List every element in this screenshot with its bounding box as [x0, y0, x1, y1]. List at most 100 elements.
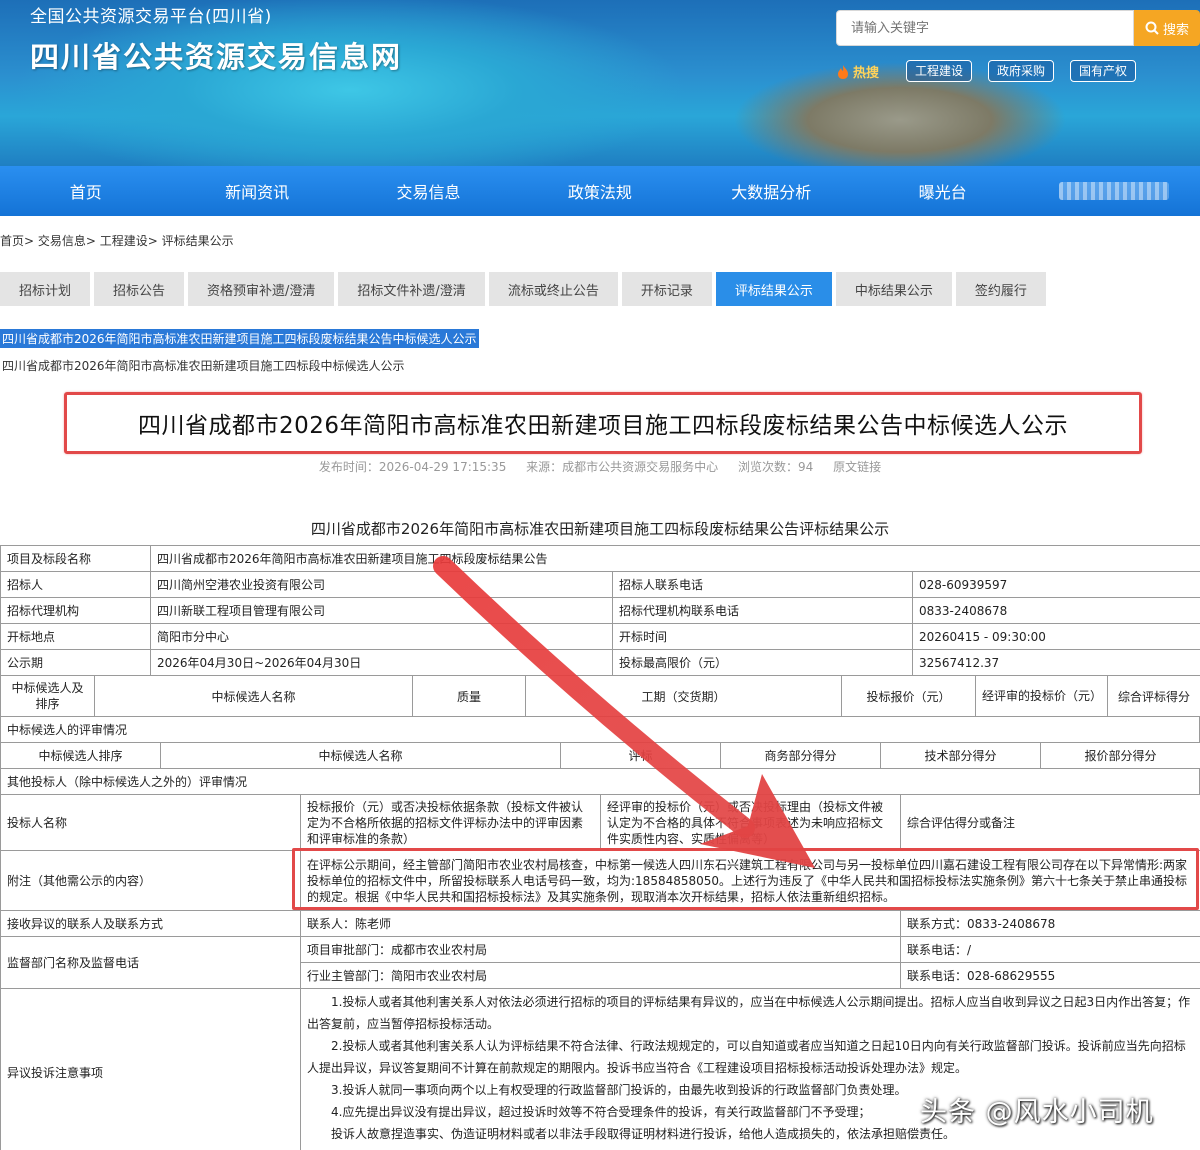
tenderer-label: 招标人 [0, 571, 151, 598]
column-header: 中标候选人名称 [160, 742, 561, 769]
complaint-item: 2.投标人或者其他利害关系人认为评标结果不符合法律、行政法规规定的，可以自知道或… [307, 1039, 1186, 1075]
column-header: 中标候选人及排序 [0, 675, 95, 717]
complaint-item: 1.投标人或者其他利害关系人对依法必须进行招标的项目的评标结果有异议的，应当在中… [307, 995, 1191, 1031]
tenderer-phone-value: 028-60939597 [912, 571, 1200, 598]
hot-tag-procurement[interactable]: 政府采购 [988, 60, 1055, 82]
table-row: 公示期 2026年04月30日~2026年04月30日 投标最高限价（元） 32… [0, 649, 1200, 676]
table-header-row: 中标候选人排序 中标候选人名称 评标 商务部分得分 技术部分得分 报价部分得分 [0, 742, 1200, 769]
main-title-annotation: 四川省成都市2026年简阳市高标准农田新建项目施工四标段废标结果公告中标候选人公… [64, 392, 1142, 454]
open-time-label: 开标时间 [612, 623, 913, 650]
column-header: 报价部分得分 [1040, 742, 1200, 769]
watermark: 头条 @风水小司机 [920, 1097, 1154, 1128]
other-section-table: 其他投标人（除中标候选人之外的）评审情况 [0, 768, 1200, 795]
complaint-label: 异议投诉注意事项 [0, 988, 301, 1150]
project-value: 四川省成都市2026年简阳市高标准农田新建项目施工四标段废标结果公告 [150, 545, 1200, 572]
open-place-label: 开标地点 [0, 623, 151, 650]
highlighted-link-title[interactable]: 四川省成都市2026年简阳市高标准农田新建项目施工四标段废标结果公告中标候选人公… [0, 329, 479, 348]
table-row: 招标代理机构 四川新联工程项目管理有限公司 招标代理机构联系电话 0833-24… [0, 597, 1200, 624]
site-subtitle: 全国公共资源交易平台(四川省) [30, 7, 272, 27]
nav-blurred-item[interactable] [1028, 166, 1199, 216]
column-header: 中标候选人名称 [94, 675, 413, 717]
hot-search-text: 热搜 [853, 66, 880, 81]
candidate-table: 中标候选人及排序 中标候选人名称 质量 工期（交货期） 投标报价（元） 经评审的… [0, 675, 1200, 717]
other-section-label: 其他投标人（除中标候选人之外的）评审情况 [0, 768, 1200, 795]
tab-evaluation-result[interactable]: 评标结果公示 [715, 272, 832, 306]
notes-text: 在评标公示期间，经主管部门简阳市农业农村局核查，中标第一候选人四川东石兴建筑工程… [300, 850, 1200, 911]
project-label: 项目及标段名称 [0, 545, 151, 572]
nav-policy[interactable]: 政策法规 [514, 166, 685, 216]
nav-exposure[interactable]: 曝光台 [857, 166, 1028, 216]
table-row: 监督部门名称及监督电话 项目审批部门：成都市农业农村局 联系电话：/ [0, 936, 1200, 989]
column-header: 技术部分得分 [880, 742, 1041, 769]
list-link-title[interactable]: 四川省成都市2026年简阳市高标准农田新建项目施工四标段中标候选人公示 [2, 357, 405, 374]
tab-tender-doc-clarify[interactable]: 招标文件补遗/澄清 [338, 272, 485, 306]
tab-award-result[interactable]: 中标结果公示 [835, 272, 952, 306]
nav-news[interactable]: 新闻资讯 [171, 166, 342, 216]
fire-icon [838, 64, 848, 79]
column-header: 经评审的投标价（元） [975, 675, 1108, 717]
tab-failed-tender[interactable]: 流标或终止公告 [488, 272, 618, 306]
tab-tender-notice[interactable]: 招标公告 [94, 272, 185, 306]
hot-tag-engineering[interactable]: 工程建设 [906, 60, 973, 82]
notes-label: 附注（其他需公示的内容） [0, 850, 301, 911]
blurred-label [1059, 182, 1170, 200]
column-header: 评标 [560, 742, 721, 769]
nav-trading-info[interactable]: 交易信息 [343, 166, 514, 216]
column-header: 商务部分得分 [720, 742, 881, 769]
objection-contact: 联系人：陈老师 [300, 910, 901, 937]
objection-label: 接收异议的联系人及联系方式 [0, 910, 301, 937]
page-title: 四川省成都市2026年简阳市高标准农田新建项目施工四标段废标结果公告中标候选人公… [137, 413, 1069, 439]
bid-price-header: 投标报价（元）或否决投标依据条款（投标文件被认定为不合格所依据的招标文件评标办法… [300, 794, 601, 851]
review-table: 中标候选人排序 中标候选人名称 评标 商务部分得分 技术部分得分 报价部分得分 [0, 742, 1200, 769]
article-meta: 发布时间：2026-04-29 17:15:35 来源：成都市公共资源交易服务中… [0, 458, 1200, 475]
result-title: 四川省成都市2026年简阳市高标准农田新建项目施工四标段废标结果公告评标结果公示 [310, 520, 890, 538]
table-row: 中标候选人的评审情况 [0, 716, 1200, 743]
review-section-label: 中标候选人的评审情况 [0, 716, 1200, 743]
notice-period-value: 2026年04月30日~2026年04月30日 [150, 649, 613, 676]
table-header-row: 中标候选人及排序 中标候选人名称 质量 工期（交货期） 投标报价（元） 经评审的… [0, 675, 1200, 717]
evaluated-price-header: 经评审的投标价（元）或否决投标理由（投标文件被认定为不合格的具体不符合事项表述为… [600, 794, 901, 851]
info-table: 项目及标段名称 四川省成都市2026年简阳市高标准农田新建项目施工四标段废标结果… [0, 545, 1200, 676]
nav-big-data[interactable]: 大数据分析 [686, 166, 857, 216]
tab-contract[interactable]: 签约履行 [955, 272, 1046, 306]
hot-tag-state-assets[interactable]: 国有产权 [1070, 60, 1137, 82]
objection-phone: 联系方式：0833-2408678 [900, 910, 1200, 937]
table-row: 项目及标段名称 四川省成都市2026年简阳市高标准农田新建项目施工四标段废标结果… [0, 545, 1200, 572]
hot-search-label: 热搜 [836, 62, 879, 81]
view-count: 浏览次数：94 [738, 460, 814, 474]
agency-phone-label: 招标代理机构联系电话 [612, 597, 913, 624]
table-row: 附注（其他需公示的内容） 在评标公示期间，经主管部门简阳市农业农村局核查，中标第… [0, 850, 1200, 911]
open-place-value: 简阳市分中心 [150, 623, 613, 650]
main-nav: 首页 新闻资讯 交易信息 政策法规 大数据分析 曝光台 [0, 166, 1200, 216]
site-title[interactable]: 四川省公共资源交易信息网 [30, 34, 402, 76]
nav-home[interactable]: 首页 [0, 166, 171, 216]
table-row: 其他投标人（除中标候选人之外的）评审情况 [0, 768, 1200, 795]
max-price-label: 投标最高限价（元） [612, 649, 913, 676]
open-time-value: 20260415 - 09:30:00 [912, 623, 1200, 650]
search-input[interactable] [837, 11, 1133, 45]
industry-department: 行业主管部门：简阳市农业农村局 [300, 962, 901, 989]
tab-bar: 招标计划 招标公告 资格预审补遗/澄清 招标文件补遗/澄清 流标或终止公告 开标… [0, 272, 1046, 306]
agency-phone-value: 0833-2408678 [912, 597, 1200, 624]
table-row: 开标地点 简阳市分中心 开标时间 20260415 - 09:30:00 [0, 623, 1200, 650]
approve-phone: 联系电话：/ [900, 936, 1200, 963]
column-header: 质量 [412, 675, 526, 717]
supervision-label: 监督部门名称及监督电话 [0, 936, 301, 989]
breadcrumb[interactable]: 首页> 交易信息> 工程建设> 评标结果公示 [0, 232, 234, 249]
bidder-name-header: 投标人名称 [0, 794, 301, 851]
tab-opening-record[interactable]: 开标记录 [621, 272, 712, 306]
search-field[interactable] [836, 10, 1134, 46]
table-row: 接收异议的联系人及联系方式 联系人：陈老师 联系方式：0833-2408678 [0, 910, 1200, 937]
column-header: 中标候选人排序 [0, 742, 161, 769]
column-header: 工期（交货期） [525, 675, 842, 717]
search-button-label: 搜索 [1162, 22, 1189, 38]
search-button[interactable]: 搜索 [1134, 10, 1200, 46]
review-section-table: 中标候选人的评审情况 [0, 716, 1200, 743]
original-link[interactable]: 原文链接 [833, 460, 881, 474]
tab-prequalification[interactable]: 资格预审补遗/澄清 [188, 272, 335, 306]
score-header: 综合评估得分或备注 [900, 794, 1200, 851]
tab-tender-plan[interactable]: 招标计划 [0, 272, 91, 306]
industry-phone: 联系电话：028-68629555 [900, 962, 1200, 989]
agency-value: 四川新联工程项目管理有限公司 [150, 597, 613, 624]
notice-period-label: 公示期 [0, 649, 151, 676]
